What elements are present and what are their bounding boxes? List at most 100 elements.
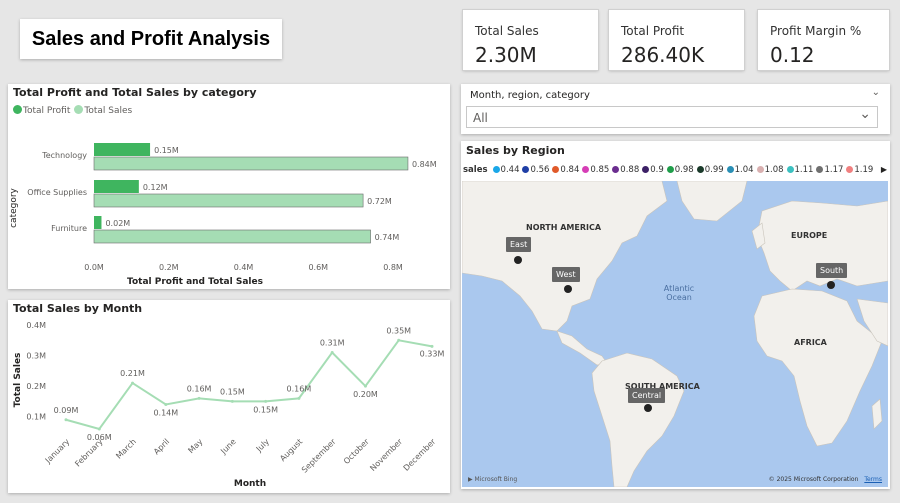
- bar-profit[interactable]: [94, 143, 151, 156]
- map-legend-item[interactable]: 0.99: [696, 165, 724, 175]
- bar-sales[interactable]: [93, 193, 364, 208]
- map-legend-value: 1.04: [734, 165, 754, 175]
- x-tick-label: May: [186, 437, 204, 455]
- legend-dot-icon: [696, 166, 704, 173]
- map-legend-value: 0.56: [530, 165, 550, 175]
- bing-logo-icon: ▶: [468, 476, 473, 483]
- line-point[interactable]: [97, 427, 101, 431]
- bar-sales[interactable]: [93, 229, 371, 244]
- map-legend-value: 0.84: [560, 165, 580, 175]
- line-point[interactable]: [264, 399, 268, 403]
- line-point[interactable]: [363, 384, 367, 388]
- slicer-title: Month, region, category: [470, 90, 590, 101]
- x-tick-label: December: [402, 437, 438, 473]
- map-legend-item[interactable]: 1.19: [846, 165, 873, 175]
- kpi-value: 2.30M: [475, 43, 537, 67]
- line-chart-plot: 0.1M0.2M0.3M0.4M 0.09M0.06M0.21M0.14M0.1…: [13, 321, 445, 489]
- provider-text: Microsoft Bing: [474, 476, 518, 483]
- map-legend-value: 0.44: [500, 165, 520, 175]
- map-canvas[interactable]: NORTH AMERICA EUROPE AFRICA SOUTH AMERIC…: [462, 181, 888, 487]
- map-title: Sales by Region: [466, 144, 565, 157]
- line-point[interactable]: [197, 396, 201, 400]
- map-provider-logo: ▶ Microsoft Bing: [468, 476, 517, 483]
- kpi-label: Total Profit: [621, 24, 685, 38]
- map-legend-item[interactable]: 0.88: [612, 165, 639, 175]
- x-tick-label: January: [43, 437, 72, 466]
- category-label: Technology: [41, 151, 87, 160]
- bar-sales[interactable]: [93, 156, 409, 171]
- line-data-label: 0.21M: [120, 369, 145, 378]
- attribution-text: © 2025 Microsoft Corporation: [768, 476, 859, 483]
- line-data-label: 0.31M: [320, 339, 345, 348]
- y-axis-label: category: [9, 187, 19, 227]
- slicer-dropdown[interactable]: All ⌄: [466, 106, 878, 128]
- map-legend-item[interactable]: 0.44: [492, 165, 520, 175]
- legend-dot-icon: [816, 166, 824, 173]
- line-point[interactable]: [131, 381, 135, 385]
- bar-profit[interactable]: [94, 216, 102, 229]
- chevron-down-icon[interactable]: ⌄: [859, 106, 871, 122]
- line-data-label: 0.33M: [420, 349, 445, 358]
- line-chart-visual[interactable]: Total Sales by Month 0.1M 0.2M 0.3M 0.4M 0.…: [8, 300, 450, 493]
- kpi-label: Total Sales: [475, 24, 539, 38]
- chevron-up-icon[interactable]: ⌄: [872, 87, 880, 98]
- legend-dot-icon: [756, 166, 764, 173]
- line-point[interactable]: [430, 344, 434, 348]
- sales-line[interactable]: [65, 339, 433, 431]
- line-point[interactable]: [230, 399, 234, 403]
- y-tick-label: 0.1M: [26, 413, 46, 422]
- report-title: Sales and Profit Analysis: [31, 27, 271, 50]
- bar-profit[interactable]: [94, 180, 139, 193]
- legend-dot-icon: [492, 166, 500, 173]
- legend-next-icon[interactable]: ▶: [881, 165, 887, 174]
- line-data-label: 0.16M: [287, 384, 312, 393]
- map-pin-east[interactable]: [514, 256, 522, 264]
- bar-data-label: 0.74M: [375, 233, 400, 242]
- map-legend-value: 0.85: [590, 165, 610, 175]
- x-tick-label: April: [152, 437, 171, 456]
- map-legend-item[interactable]: 0.56: [522, 165, 549, 175]
- map-legend-item[interactable]: 1.04: [726, 165, 754, 175]
- bar-chart-plot: 0.0M 0.2M 0.4M 0.6M 0.8M Technology 0.15M 0.84M…: [9, 143, 437, 287]
- x-tick-label: 0.8M: [383, 263, 403, 272]
- kpi-total-profit-card[interactable]: Total Profit 286.40K: [608, 9, 745, 71]
- region-label-west: West: [552, 267, 580, 282]
- map-legend-item[interactable]: 0.9: [642, 165, 664, 175]
- category-label: Furniture: [51, 224, 87, 233]
- line-point[interactable]: [397, 338, 401, 342]
- line-point[interactable]: [297, 396, 301, 400]
- map-legend-item[interactable]: 1.08: [756, 165, 784, 175]
- line-point[interactable]: [164, 402, 168, 406]
- map-pin-south[interactable]: [827, 281, 835, 289]
- map-visual[interactable]: Sales by Region sales 0.44 0.56 0.84 0.85 0.…: [461, 141, 890, 489]
- map-legend-label: sales: [463, 165, 488, 175]
- bar-chart-visual[interactable]: Total Profit and Total Sales by category…: [8, 84, 450, 289]
- line-data-label: 0.35M: [386, 326, 411, 335]
- map-legend-item[interactable]: 0.98: [666, 165, 694, 175]
- map-pin-west[interactable]: [564, 285, 572, 293]
- line-point[interactable]: [64, 418, 68, 422]
- x-axis-label: Total Profit and Total Sales: [127, 277, 263, 287]
- map-attribution: © 2025 Microsoft Corporation Terms: [769, 476, 882, 483]
- kpi-value: 0.12: [770, 43, 815, 67]
- kpi-total-sales-card[interactable]: Total Sales 2.30M: [462, 9, 599, 71]
- x-axis-label: Month: [234, 479, 266, 489]
- map-legend-item[interactable]: 1.11: [786, 165, 813, 175]
- terms-link[interactable]: Terms: [864, 476, 882, 483]
- x-tick-label: 0.2M: [159, 263, 179, 272]
- slicer-visual[interactable]: Month, region, category ⌄ All ⌄: [461, 84, 890, 134]
- map-legend-item[interactable]: 1.17: [816, 165, 843, 175]
- map-legend-item[interactable]: 0.85: [582, 165, 609, 175]
- kpi-profit-margin-card[interactable]: Profit Margin % 0.12: [757, 9, 890, 71]
- kpi-value: 286.40K: [621, 43, 705, 67]
- line-point[interactable]: [330, 351, 334, 355]
- map-legend-value: 0.9: [650, 165, 664, 175]
- legend-dot-icon: [846, 166, 854, 173]
- map-legend-item[interactable]: 0.84: [552, 165, 579, 175]
- legend-dot-icon: [666, 166, 674, 173]
- line-data-label: 0.09M: [54, 406, 79, 415]
- map-pin-central[interactable]: [644, 404, 652, 412]
- legend-dot-icon: [612, 166, 620, 173]
- bar-data-label: 0.84M: [412, 160, 437, 169]
- region-label-central: Central: [628, 388, 666, 403]
